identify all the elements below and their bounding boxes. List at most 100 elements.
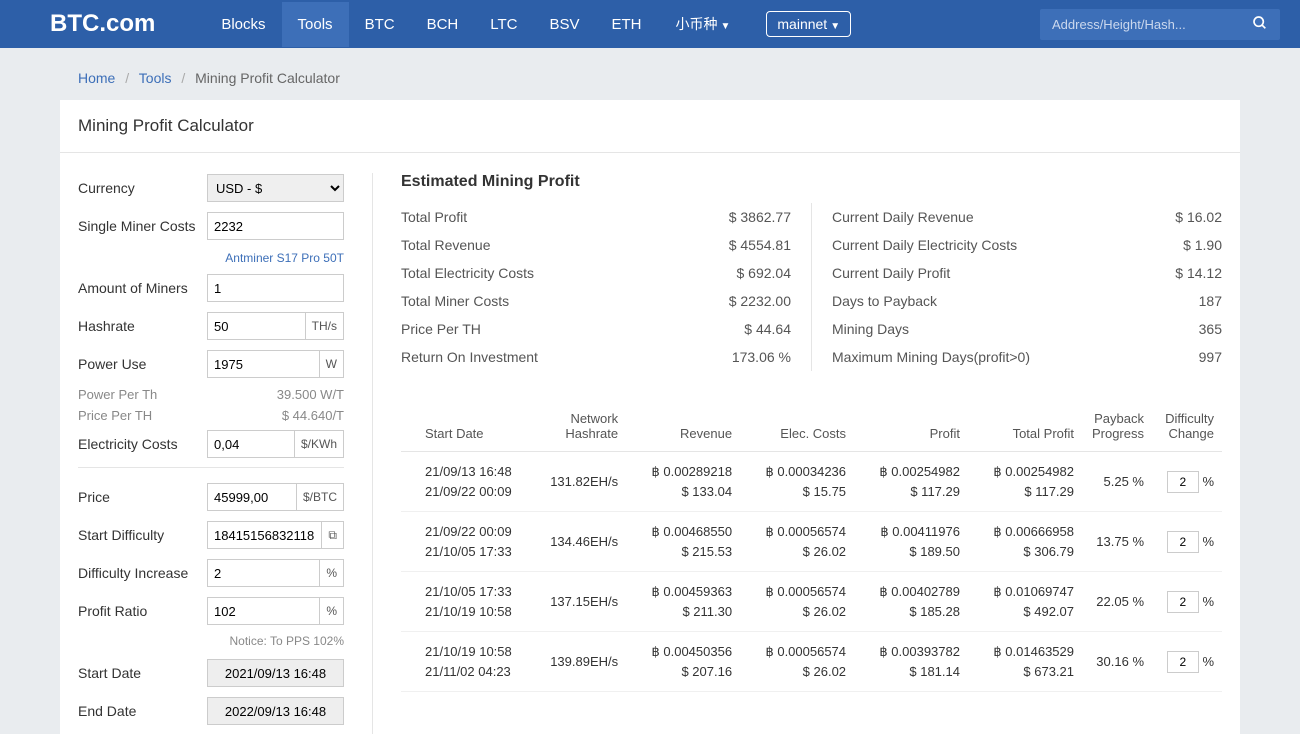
copy-icon[interactable]: ⧉ bbox=[321, 522, 343, 548]
th-hashrate: Network Hashrate bbox=[541, 401, 626, 452]
notice-text: Notice: To PPS 102% bbox=[78, 634, 344, 648]
stat-label: Current Daily Profit bbox=[832, 265, 1175, 281]
price-per-th-value: $ 44.640/T bbox=[282, 408, 344, 423]
cell-revenue: ฿ 0.00450356$ 207.16 bbox=[626, 632, 740, 692]
cell-hashrate: 134.46EH/s bbox=[541, 512, 626, 572]
page-title: Mining Profit Calculator bbox=[60, 100, 1240, 153]
single-miner-input[interactable] bbox=[214, 219, 337, 234]
stat-label: Current Daily Revenue bbox=[832, 209, 1175, 225]
logo[interactable]: BTC.com bbox=[50, 10, 155, 38]
stat-value: $ 3862.77 bbox=[729, 209, 791, 225]
start-diff-label: Start Difficulty bbox=[78, 527, 207, 543]
nav-blocks[interactable]: Blocks bbox=[205, 2, 281, 47]
diff-change-input[interactable] bbox=[1167, 591, 1199, 613]
nav-btc[interactable]: BTC bbox=[349, 2, 411, 47]
cell-total-profit: ฿ 0.01463529$ 673.21 bbox=[968, 632, 1082, 692]
cell-dates: 21/09/22 00:0921/10/05 17:33 bbox=[401, 512, 541, 572]
table-row: 21/10/19 10:5821/11/02 04:23 139.89EH/s … bbox=[401, 632, 1222, 692]
cell-total-profit: ฿ 0.00666958$ 306.79 bbox=[968, 512, 1082, 572]
power-per-th-label: Power Per Th bbox=[78, 387, 277, 402]
th-profit: Profit bbox=[854, 401, 968, 452]
cell-elec: ฿ 0.00056574$ 26.02 bbox=[740, 512, 854, 572]
network-select[interactable]: mainnet▼ bbox=[766, 11, 851, 37]
amount-input[interactable] bbox=[214, 281, 337, 296]
nav-ltc[interactable]: LTC bbox=[474, 2, 533, 47]
cell-dates: 21/10/05 17:3321/10/19 10:58 bbox=[401, 572, 541, 632]
profit-ratio-input[interactable] bbox=[214, 604, 319, 619]
search-box bbox=[1040, 9, 1280, 40]
th-elec: Elec. Costs bbox=[740, 401, 854, 452]
cell-dates: 21/10/19 10:5821/11/02 04:23 bbox=[401, 632, 541, 692]
diff-inc-input[interactable] bbox=[214, 566, 319, 581]
cell-dates: 21/09/13 16:4821/09/22 00:09 bbox=[401, 452, 541, 512]
cell-diff: % bbox=[1152, 572, 1222, 632]
breadcrumb-home[interactable]: Home bbox=[78, 70, 115, 86]
breadcrumb-current: Mining Profit Calculator bbox=[195, 70, 340, 86]
cell-diff: % bbox=[1152, 452, 1222, 512]
stat-label: Days to Payback bbox=[832, 293, 1199, 309]
cell-hashrate: 131.82EH/s bbox=[541, 452, 626, 512]
power-label: Power Use bbox=[78, 356, 207, 372]
power-input[interactable] bbox=[214, 357, 319, 372]
nav-bsv[interactable]: BSV bbox=[533, 2, 595, 47]
cell-payback: 5.25 % bbox=[1082, 452, 1152, 512]
elec-unit: $/KWh bbox=[294, 431, 343, 457]
profit-ratio-label: Profit Ratio bbox=[78, 603, 207, 619]
stat-label: Return On Investment bbox=[401, 349, 732, 365]
table-row: 21/10/05 17:3321/10/19 10:58 137.15EH/s … bbox=[401, 572, 1222, 632]
start-date-label: Start Date bbox=[78, 665, 207, 681]
stat-value: $ 4554.81 bbox=[729, 237, 791, 253]
breadcrumb-tools[interactable]: Tools bbox=[139, 70, 172, 86]
price-per-th-label: Price Per TH bbox=[78, 408, 282, 423]
stat-label: Total Miner Costs bbox=[401, 293, 729, 309]
start-diff-input[interactable] bbox=[214, 528, 321, 543]
currency-select[interactable]: USD - $ bbox=[207, 174, 344, 202]
nav-tools[interactable]: Tools bbox=[282, 2, 349, 47]
cell-revenue: ฿ 0.00289218$ 133.04 bbox=[626, 452, 740, 512]
stat-value: $ 1.90 bbox=[1183, 237, 1222, 253]
stat-value: 187 bbox=[1199, 293, 1222, 309]
estimated-title: Estimated Mining Profit bbox=[401, 173, 1222, 191]
stat-label: Current Daily Electricity Costs bbox=[832, 237, 1183, 253]
stat-label: Total Profit bbox=[401, 209, 729, 225]
search-input[interactable] bbox=[1052, 17, 1252, 32]
form-sidebar: Currency USD - $ Single Miner Costs Antm… bbox=[78, 173, 373, 734]
nav-eth[interactable]: ETH bbox=[595, 2, 657, 47]
diff-change-input[interactable] bbox=[1167, 471, 1199, 493]
price-unit: $/BTC bbox=[296, 484, 343, 510]
stat-label: Mining Days bbox=[832, 321, 1199, 337]
stat-value: 173.06 % bbox=[732, 349, 791, 365]
stat-label: Price Per TH bbox=[401, 321, 744, 337]
elec-input[interactable] bbox=[214, 437, 294, 452]
th-start: Start Date bbox=[401, 401, 541, 452]
miner-model-link[interactable]: Antminer S17 Pro 50T bbox=[225, 251, 344, 265]
navbar: BTC.com Blocks Tools BTC BCH LTC BSV ETH… bbox=[0, 0, 1300, 48]
amount-label: Amount of Miners bbox=[78, 280, 207, 296]
th-total-profit: Total Profit bbox=[968, 401, 1082, 452]
stat-label: Total Revenue bbox=[401, 237, 729, 253]
cell-profit: ฿ 0.00411976$ 189.50 bbox=[854, 512, 968, 572]
hashrate-label: Hashrate bbox=[78, 318, 207, 334]
cell-hashrate: 137.15EH/s bbox=[541, 572, 626, 632]
nav-bch[interactable]: BCH bbox=[411, 2, 475, 47]
price-input[interactable] bbox=[214, 490, 296, 505]
diff-change-input[interactable] bbox=[1167, 531, 1199, 553]
stat-value: $ 44.64 bbox=[744, 321, 791, 337]
caret-down-icon: ▼ bbox=[720, 21, 730, 32]
end-date-input[interactable] bbox=[214, 704, 337, 719]
hashrate-unit: TH/s bbox=[305, 313, 343, 339]
caret-down-icon: ▼ bbox=[830, 21, 840, 32]
start-date-input[interactable] bbox=[214, 666, 337, 681]
search-icon[interactable] bbox=[1252, 15, 1268, 34]
cell-payback: 13.75 % bbox=[1082, 512, 1152, 572]
breadcrumb: Home / Tools / Mining Profit Calculator bbox=[60, 48, 1240, 100]
stat-value: $ 692.04 bbox=[737, 265, 792, 281]
hashrate-input[interactable] bbox=[214, 319, 305, 334]
pct-unit: % bbox=[319, 560, 343, 586]
cell-payback: 22.05 % bbox=[1082, 572, 1152, 632]
single-miner-label: Single Miner Costs bbox=[78, 218, 207, 234]
elec-label: Electricity Costs bbox=[78, 436, 207, 452]
diff-change-input[interactable] bbox=[1167, 651, 1199, 673]
nav-altcoins[interactable]: 小币种▼ bbox=[657, 14, 748, 34]
stat-value: $ 14.12 bbox=[1175, 265, 1222, 281]
